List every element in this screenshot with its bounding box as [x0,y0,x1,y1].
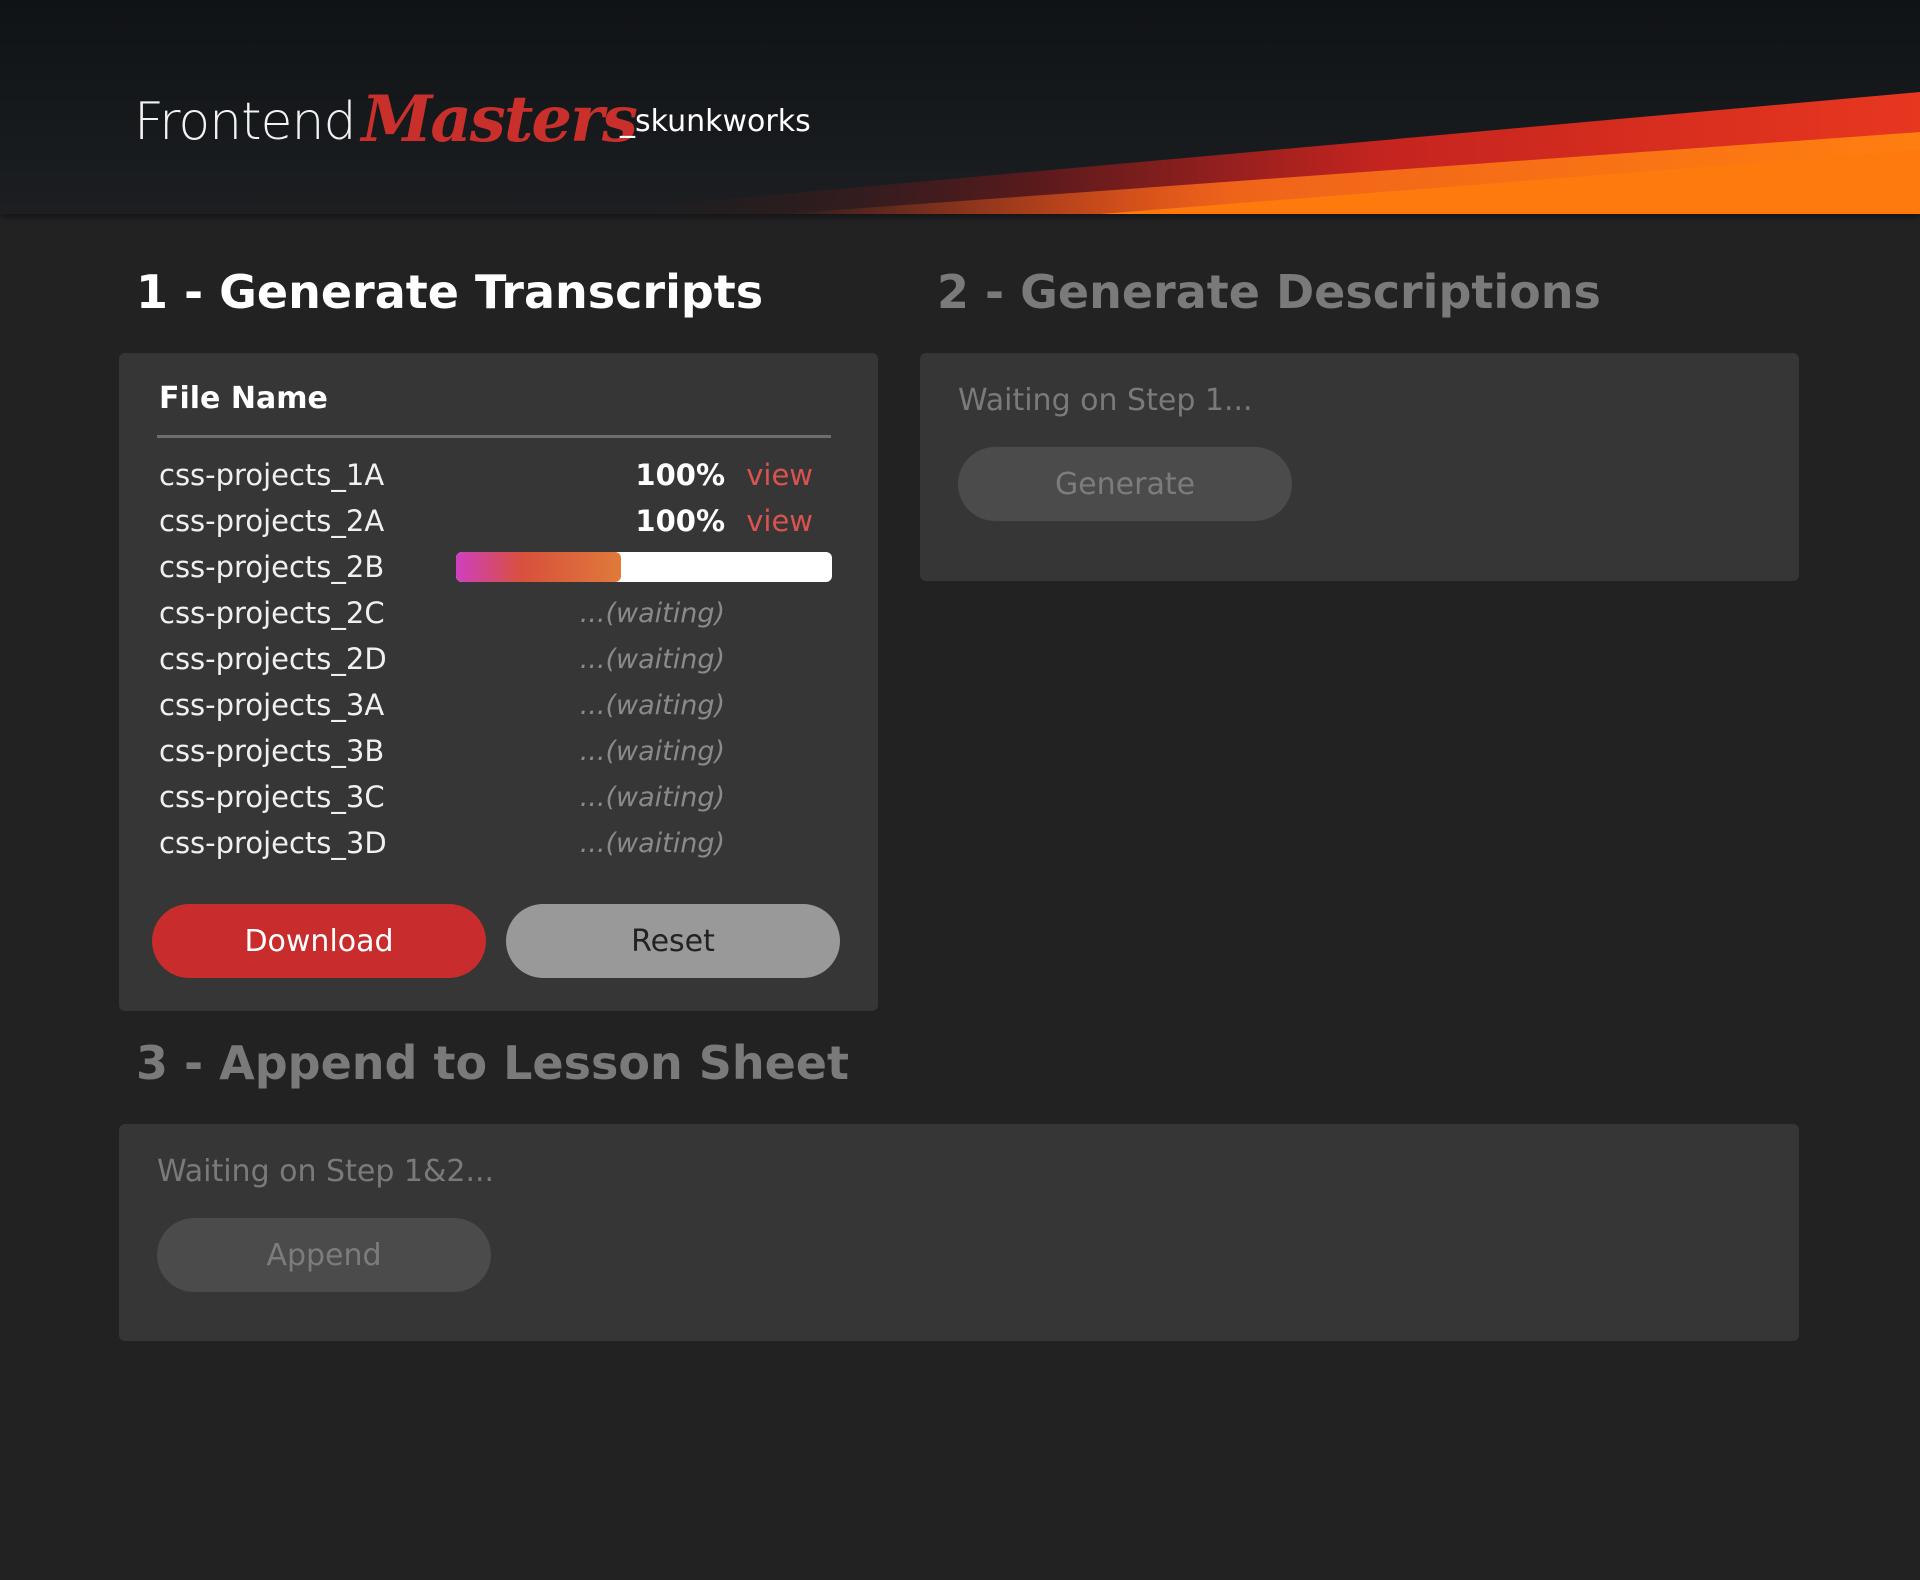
file-name: css-projects_2A [159,504,385,538]
progress-bar [456,552,832,582]
file-row: css-projects_2B [159,544,833,590]
file-row: css-projects_3A ...(waiting) [159,682,833,728]
skunkworks-subtitle: _skunkworks [620,104,811,139]
waiting-status: ...(waiting) [579,827,725,859]
download-button[interactable]: Download [152,904,486,978]
file-name: css-projects_2D [159,642,387,676]
step3-waiting-text: Waiting on Step 1&2... [157,1154,495,1189]
step2-title: 2 - Generate Descriptions [937,265,1601,319]
file-row: css-projects_2D ...(waiting) [159,636,833,682]
file-row: css-projects_3C ...(waiting) [159,774,833,820]
file-name-column-header: File Name [159,381,328,416]
file-name: css-projects_3D [159,826,387,860]
file-row: css-projects_1A 100% view [159,452,833,498]
waiting-status: ...(waiting) [579,643,725,675]
file-row: css-projects_2C ...(waiting) [159,590,833,636]
file-percent: 100% [635,458,725,492]
lesson-sheet-panel: Waiting on Step 1&2... Append [119,1124,1799,1341]
file-name: css-projects_3C [159,780,385,814]
file-percent: 100% [635,504,725,538]
waiting-status: ...(waiting) [579,781,725,813]
file-name: css-projects_3A [159,688,385,722]
logo-masters-text: Masters [361,82,637,157]
file-row: css-projects_3D ...(waiting) [159,820,833,866]
waiting-status: ...(waiting) [579,597,725,629]
waiting-status: ...(waiting) [579,689,725,721]
file-name: css-projects_2C [159,596,385,630]
file-row: css-projects_3B ...(waiting) [159,728,833,774]
step1-title: 1 - Generate Transcripts [136,265,764,319]
logo-frontend-text: Frontend [134,92,356,152]
header-banner: Frontend Masters _skunkworks [0,0,1920,214]
file-list: css-projects_1A 100% view css-projects_2… [159,452,833,866]
file-name: css-projects_3B [159,734,385,768]
frontend-masters-logo[interactable]: Frontend Masters [134,78,638,158]
progress-bar-fill [456,552,622,582]
view-link[interactable]: view [746,458,813,492]
header-divider [157,435,831,438]
step3-title: 3 - Append to Lesson Sheet [136,1036,849,1090]
view-link[interactable]: view [746,504,813,538]
append-button[interactable]: Append [157,1218,491,1292]
generate-button[interactable]: Generate [958,447,1292,521]
file-row: css-projects_2A 100% view [159,498,833,544]
step2-waiting-text: Waiting on Step 1... [958,383,1253,418]
reset-button[interactable]: Reset [506,904,840,978]
descriptions-panel: Waiting on Step 1... Generate [920,353,1799,581]
waiting-status: ...(waiting) [579,735,725,767]
transcripts-panel: File Name css-projects_1A 100% view css-… [119,353,878,1011]
file-name: css-projects_1A [159,458,385,492]
file-name: css-projects_2B [159,550,385,584]
